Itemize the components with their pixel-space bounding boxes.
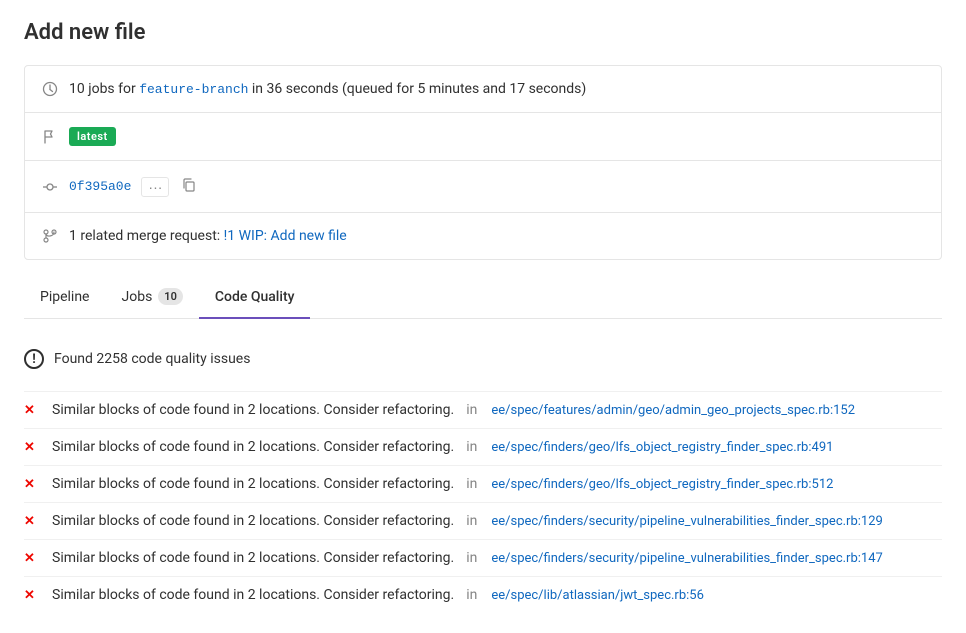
issue-row: ✕ Similar blocks of code found in 2 loca… [24, 428, 942, 465]
issue-file-link[interactable]: ee/spec/finders/security/pipeline_vulner… [491, 551, 883, 566]
branch-link[interactable]: feature-branch [139, 82, 248, 97]
issue-file-link[interactable]: ee/spec/finders/geo/lfs_object_registry_… [491, 440, 833, 455]
quality-alert: ! Found 2258 code quality issues [24, 335, 942, 383]
in-label: in [466, 476, 477, 492]
issue-description: Similar blocks of code found in 2 locati… [52, 550, 454, 566]
latest-badge: latest [69, 127, 116, 146]
pipeline-info-section: 10 jobs for feature-branch in 36 seconds… [24, 65, 942, 260]
jobs-text: 10 jobs for feature-branch in 36 seconds… [69, 81, 586, 97]
tab-pipeline-label: Pipeline [40, 289, 90, 305]
merge-request-link[interactable]: !1 WIP: Add new file [224, 228, 347, 244]
tab-pipeline[interactable]: Pipeline [24, 277, 106, 319]
badge-row: latest [25, 113, 941, 161]
merge-request-text: 1 related merge request: !1 WIP: Add new… [69, 228, 347, 244]
in-label: in [466, 513, 477, 529]
issue-description: Similar blocks of code found in 2 locati… [52, 402, 454, 418]
code-quality-panel: ! Found 2258 code quality issues ✕ Simil… [24, 335, 942, 613]
merge-icon [41, 227, 59, 245]
tab-jobs[interactable]: Jobs 10 [106, 276, 199, 319]
issue-row: ✕ Similar blocks of code found in 2 loca… [24, 465, 942, 502]
issue-file-link[interactable]: ee/spec/finders/geo/lfs_object_registry_… [491, 477, 833, 492]
in-label: in [466, 439, 477, 455]
issue-description: Similar blocks of code found in 2 locati… [52, 513, 454, 529]
tab-code-quality-label: Code Quality [215, 289, 295, 305]
error-icon: ✕ [24, 551, 40, 566]
issue-file-link[interactable]: ee/spec/finders/security/pipeline_vulner… [491, 514, 883, 529]
tab-jobs-badge: 10 [158, 288, 183, 305]
in-label: in [466, 402, 477, 418]
copy-commit-button[interactable] [179, 175, 199, 198]
error-icon: ✕ [24, 514, 40, 529]
issue-row: ✕ Similar blocks of code found in 2 loca… [24, 502, 942, 539]
page-title: Add new file [24, 20, 942, 45]
commit-icon [41, 178, 59, 196]
issue-description: Similar blocks of code found in 2 locati… [52, 476, 454, 492]
error-icon: ✕ [24, 588, 40, 603]
error-icon: ✕ [24, 403, 40, 418]
issue-row: ✕ Similar blocks of code found in 2 loca… [24, 391, 942, 428]
merge-request-row: 1 related merge request: !1 WIP: Add new… [25, 213, 941, 259]
issue-file-link[interactable]: ee/spec/features/admin/geo/admin_geo_pro… [491, 403, 855, 418]
issues-list: ✕ Similar blocks of code found in 2 loca… [24, 391, 942, 613]
issue-description: Similar blocks of code found in 2 locati… [52, 439, 454, 455]
flag-icon [41, 128, 59, 146]
commit-row: 0f395a0e ··· [25, 161, 941, 213]
tab-code-quality[interactable]: Code Quality [199, 277, 311, 319]
commit-hash-link[interactable]: 0f395a0e [69, 179, 131, 194]
commit-more-button[interactable]: ··· [141, 177, 169, 197]
tabs-nav: Pipeline Jobs 10 Code Quality [24, 276, 942, 319]
alert-icon: ! [24, 349, 44, 369]
jobs-info-row: 10 jobs for feature-branch in 36 seconds… [25, 66, 941, 113]
clock-icon [41, 80, 59, 98]
issue-file-link[interactable]: ee/spec/lib/atlassian/jwt_spec.rb:56 [491, 588, 704, 603]
issue-description: Similar blocks of code found in 2 locati… [52, 587, 454, 603]
error-icon: ✕ [24, 440, 40, 455]
issue-row: ✕ Similar blocks of code found in 2 loca… [24, 539, 942, 576]
in-label: in [466, 550, 477, 566]
in-label: in [466, 587, 477, 603]
alert-text: Found 2258 code quality issues [54, 351, 250, 367]
error-icon: ✕ [24, 477, 40, 492]
issue-row: ✕ Similar blocks of code found in 2 loca… [24, 576, 942, 613]
tab-jobs-label: Jobs [122, 289, 153, 305]
